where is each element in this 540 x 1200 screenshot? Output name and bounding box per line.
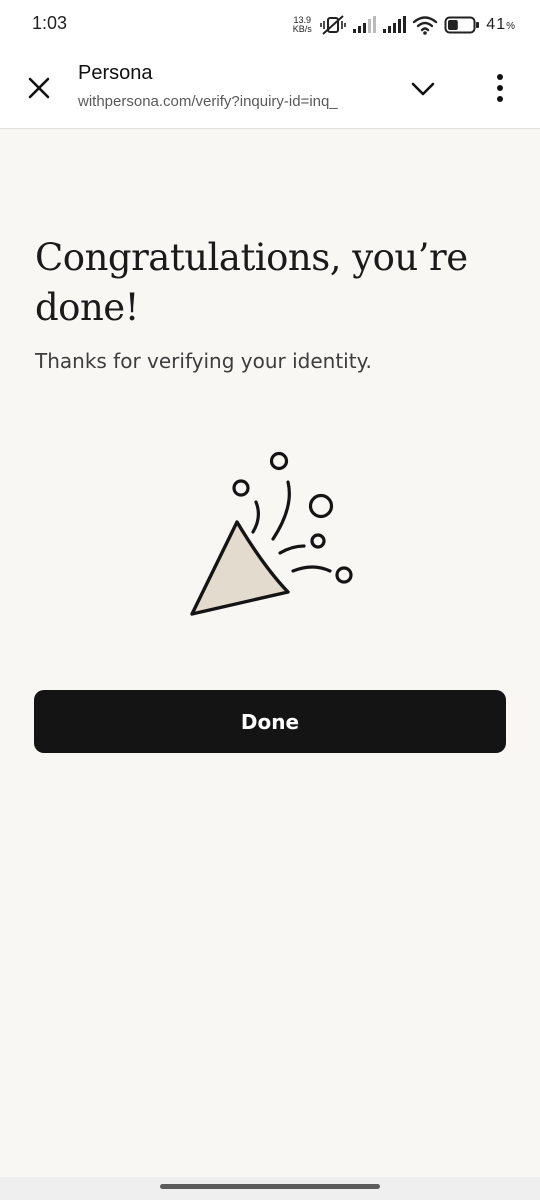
battery-percent-value: 41 (486, 16, 507, 33)
battery-percent-sign: % (506, 21, 516, 32)
done-button[interactable]: Done (34, 690, 506, 753)
signal-icon (353, 16, 377, 33)
verification-complete-page: Congratulations, you’re done! Thanks for… (0, 129, 540, 1177)
status-time: 1:03 (32, 13, 68, 33)
system-navigation-bar (0, 1177, 540, 1200)
wifi-icon (413, 16, 438, 35)
signal-icon (383, 16, 407, 33)
more-vertical-icon[interactable] (488, 72, 512, 104)
battery-icon (444, 16, 480, 34)
page-heading: Congratulations, you’re done! (35, 236, 468, 329)
page-url: withpersona.com/verify?inquiry-id=inq_ (78, 93, 338, 110)
chevron-down-icon[interactable] (408, 76, 438, 102)
party-popper-icon (190, 451, 353, 616)
status-icons: 13.9 KB/s 41% (290, 12, 516, 38)
network-speed: 13.9 KB/s (290, 16, 314, 34)
battery-percent: 41% (486, 16, 516, 34)
close-icon[interactable] (24, 73, 54, 103)
network-speed-unit: KB/s (292, 24, 312, 34)
mute-vibrate-icon (320, 15, 347, 35)
browser-toolbar: Persona withpersona.com/verify?inquiry-i… (0, 50, 540, 129)
page-title: Persona (78, 62, 153, 84)
gesture-handle[interactable] (160, 1184, 380, 1189)
status-bar: 1:03 13.9 KB/s 41% (0, 0, 540, 50)
page-subtitle: Thanks for verifying your identity. (35, 349, 372, 373)
